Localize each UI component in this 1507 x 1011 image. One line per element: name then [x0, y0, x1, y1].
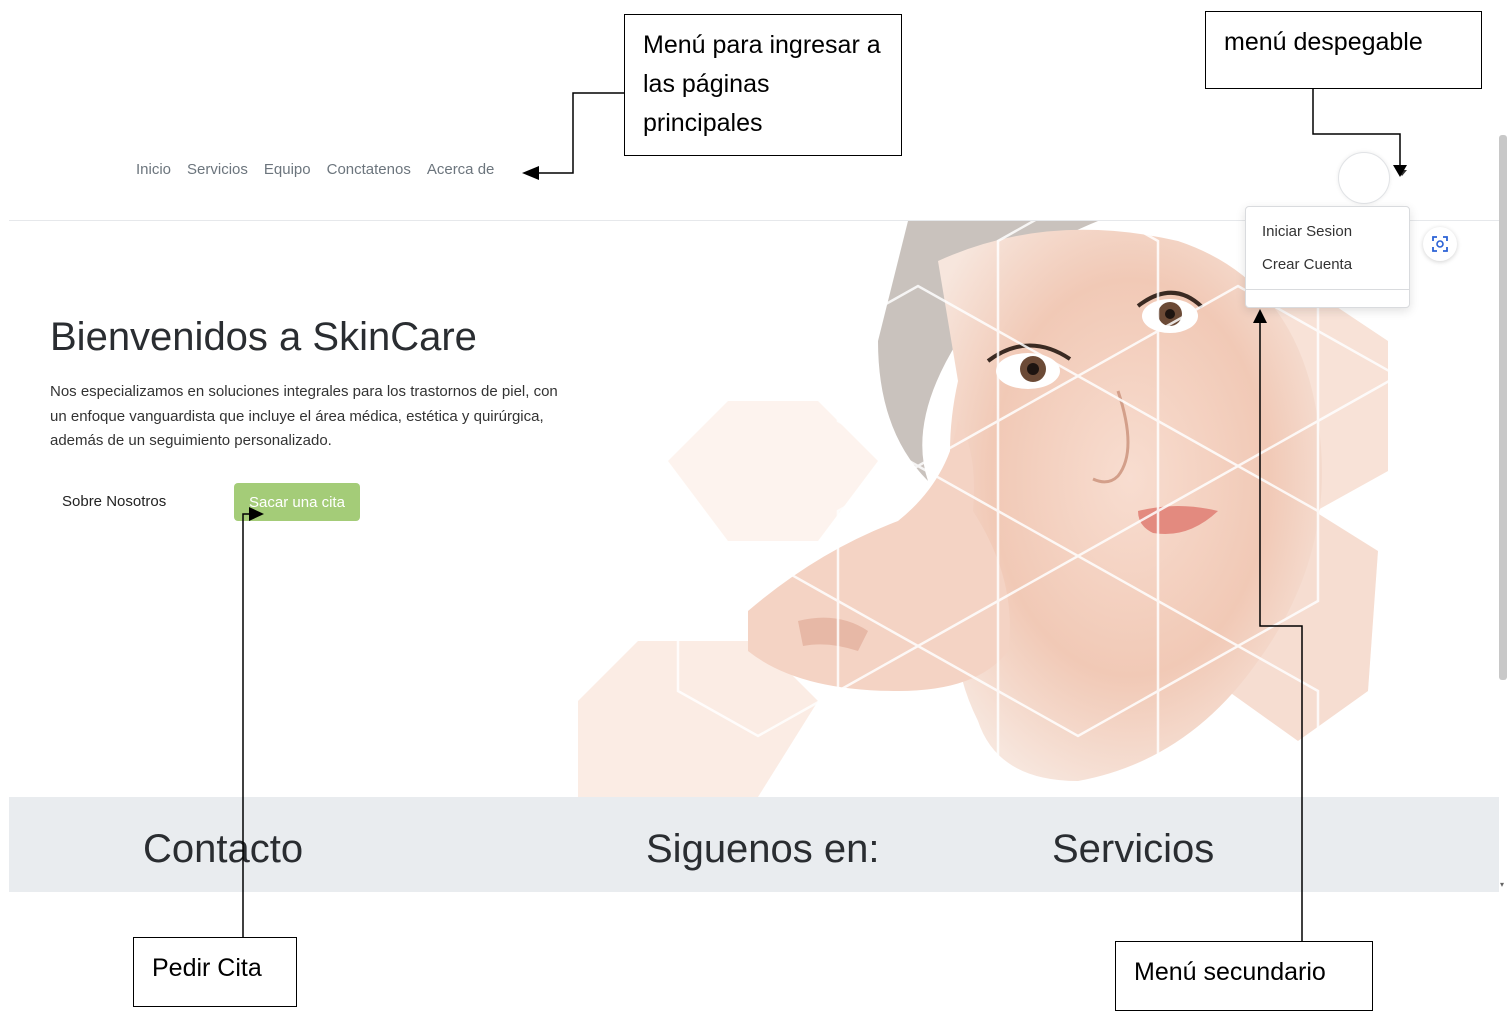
- arrow-pedir-cita: [242, 513, 252, 937]
- arrow-icon: [522, 166, 539, 180]
- arrow-main-menu: [538, 92, 624, 174]
- arrow-icon: [1253, 309, 1267, 323]
- arrow-secondary-menu: [1259, 322, 1303, 941]
- annotation-arrows: [242, 89, 1407, 941]
- arrow-dropdown: [1312, 89, 1401, 166]
- arrow-icon: [1393, 165, 1407, 177]
- arrow-icon: [249, 507, 264, 521]
